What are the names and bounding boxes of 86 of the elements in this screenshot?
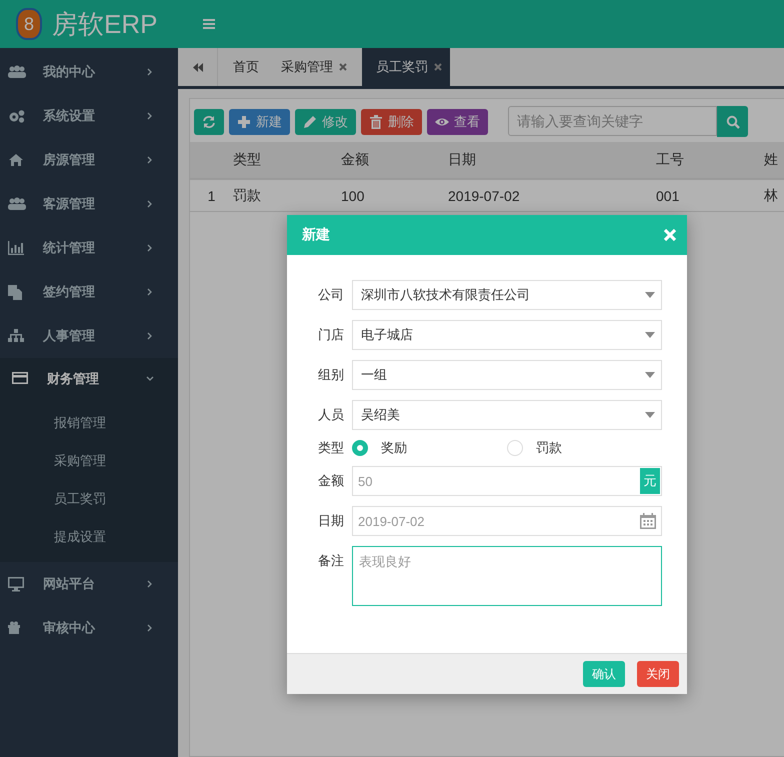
users-icon xyxy=(8,64,26,80)
dropdown[interactable]: 吴绍美 xyxy=(352,400,662,430)
caret-down-icon xyxy=(645,332,655,338)
table-cell-text: 林 xyxy=(764,186,779,204)
sidebar-item[interactable]: 房源管理 xyxy=(0,138,178,182)
close-icon[interactable] xyxy=(339,63,347,71)
chevron-right-icon xyxy=(146,112,154,120)
dropdown[interactable]: 一组 xyxy=(352,360,662,390)
refresh-icon xyxy=(202,114,216,128)
sidebar-item[interactable]: 签约管理 xyxy=(0,270,178,314)
column-header: 类型 xyxy=(233,151,262,169)
edit-button[interactable]: 修改 xyxy=(295,108,356,134)
field-label: 金额 xyxy=(318,472,345,490)
gears-icon xyxy=(8,108,26,124)
confirm-button[interactable]: 确认 xyxy=(583,661,625,687)
chevron-right-icon xyxy=(146,68,154,76)
table-cell-text: 001 xyxy=(656,188,680,204)
dialog-title: 新建 xyxy=(302,226,330,244)
caret-down-icon xyxy=(645,412,655,418)
chevron-right-icon xyxy=(146,200,154,208)
tab[interactable]: 员工奖罚 xyxy=(362,48,450,86)
sidebar-item[interactable]: 统计管理 xyxy=(0,226,178,270)
tab[interactable]: 采购管理 xyxy=(266,48,354,86)
bar-chart-icon xyxy=(8,240,26,256)
refresh-button[interactable] xyxy=(194,108,224,134)
close-button[interactable]: 关闭 xyxy=(637,661,679,687)
menu-icon[interactable] xyxy=(203,19,216,29)
chevron-right-icon xyxy=(146,580,154,588)
dropdown[interactable]: 电子城店 xyxy=(352,320,662,350)
column-header: 姓 xyxy=(764,151,779,169)
sidebar-item[interactable]: 网站平台 xyxy=(0,562,178,606)
search-field[interactable]: 请输入要查询关键字 xyxy=(508,106,717,136)
sidebar-item[interactable]: 系统设置 xyxy=(0,94,178,138)
table-cell-text: 2019-07-02 xyxy=(448,188,521,204)
tab[interactable]: 首页 xyxy=(218,48,266,86)
field-label: 公司 xyxy=(318,286,345,304)
column-header: 工号 xyxy=(656,151,685,169)
sidebar-subitem[interactable]: 员工奖罚 xyxy=(0,480,178,518)
radio-button[interactable] xyxy=(352,440,368,456)
radio-label: 奖励 xyxy=(381,439,407,457)
sidebar-item[interactable]: 我的中心 xyxy=(0,50,178,94)
chevron-right-icon xyxy=(146,244,154,252)
field-label: 组别 xyxy=(318,366,345,384)
table-cell-text: 罚款 xyxy=(233,186,262,204)
table-cell-text: 1 xyxy=(206,188,216,204)
delete-button[interactable]: 删除 xyxy=(361,108,422,134)
sidebar-item[interactable]: 财务管理 xyxy=(0,358,178,400)
radio-label: 罚款 xyxy=(536,439,562,457)
table-cell-text: 100 xyxy=(341,188,366,204)
users-icon xyxy=(8,196,26,212)
logo-badge: 8 xyxy=(16,8,42,40)
column-header: 金额 xyxy=(341,151,370,169)
pencil-icon xyxy=(303,114,317,128)
sidebar-item[interactable]: 审核中心 xyxy=(0,606,178,650)
sidebar-subitem[interactable]: 采购管理 xyxy=(0,442,178,480)
app-title: 房软ERP xyxy=(52,8,158,40)
chevron-down-icon xyxy=(146,375,154,383)
field-label: 日期 xyxy=(318,512,345,530)
sidebar-item[interactable]: 人事管理 xyxy=(0,314,178,358)
trash-icon xyxy=(369,114,383,128)
plus-icon xyxy=(237,114,251,128)
sidebar-subitem[interactable]: 提成设置 xyxy=(0,518,178,556)
dropdown[interactable]: 深圳市八软技术有限责任公司 xyxy=(352,280,662,310)
chevron-right-icon xyxy=(146,288,154,296)
sidebar-item[interactable]: 客源管理 xyxy=(0,182,178,226)
field-label: 类型 xyxy=(318,439,345,457)
field-label: 人员 xyxy=(318,406,345,424)
chevron-right-icon xyxy=(146,332,154,340)
chevron-right-icon xyxy=(146,624,154,632)
column-header: 日期 xyxy=(448,151,477,169)
sitemap-icon xyxy=(8,328,26,344)
field-label: 备注 xyxy=(318,552,345,570)
new-button[interactable]: 新建 xyxy=(229,108,290,134)
caret-down-icon xyxy=(645,292,655,298)
field-label: 门店 xyxy=(318,326,345,344)
search-button[interactable] xyxy=(717,106,748,137)
double-left-icon xyxy=(192,62,202,72)
sidebar-subitem[interactable]: 报销管理 xyxy=(0,404,178,442)
monitor-icon xyxy=(8,576,26,592)
remark-field[interactable]: 表现良好 xyxy=(352,546,662,606)
close-icon[interactable] xyxy=(434,63,442,71)
chevron-right-icon xyxy=(146,156,154,164)
credit-card-icon xyxy=(12,372,30,386)
search-icon xyxy=(726,114,740,128)
view-button[interactable]: 查看 xyxy=(427,108,488,134)
caret-down-icon xyxy=(645,372,655,378)
